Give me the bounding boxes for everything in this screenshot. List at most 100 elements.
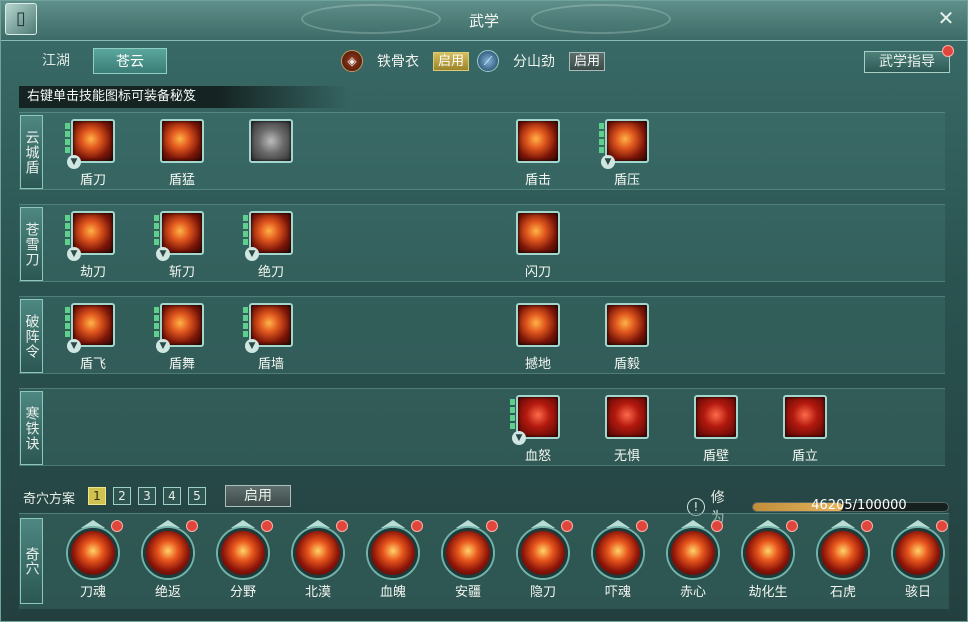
- talent-expand-tab[interactable]: [231, 520, 255, 528]
- chevron-down-icon[interactable]: ▼: [67, 155, 81, 169]
- talent-expand-tab[interactable]: [306, 520, 330, 528]
- skill-icon[interactable]: [694, 395, 738, 439]
- skill-icon[interactable]: [605, 303, 649, 347]
- skill-slot[interactable]: 撼地: [508, 303, 568, 372]
- skill-icon[interactable]: [516, 211, 560, 255]
- skill-icon[interactable]: ▼: [154, 211, 204, 261]
- talent-expand-tab[interactable]: [756, 520, 780, 528]
- skill-icon[interactable]: [605, 395, 649, 439]
- skill-slot[interactable]: ▼ 盾舞: [152, 303, 212, 372]
- skill-icon[interactable]: ▼: [599, 119, 649, 169]
- talent-slot[interactable]: 吓魂: [587, 520, 649, 600]
- tab-1[interactable]: 苍云: [93, 48, 167, 74]
- talent-icon[interactable]: [893, 520, 948, 578]
- title-bar[interactable]: ▯ 武学 ✕: [1, 1, 967, 41]
- scheme-number-3[interactable]: 3: [138, 487, 156, 505]
- skill-slot[interactable]: 盾猛: [152, 119, 212, 188]
- talent-icon[interactable]: [518, 520, 573, 578]
- talent-slot[interactable]: 骇日: [887, 520, 949, 600]
- enable-scheme-button[interactable]: 启用: [225, 485, 291, 507]
- talent-slot[interactable]: 劫化生: [737, 520, 799, 600]
- talent-expand-tab[interactable]: [156, 520, 180, 528]
- talent-icon[interactable]: [443, 520, 498, 578]
- skill-icon[interactable]: ▼: [65, 211, 115, 261]
- scheme-number-1[interactable]: 1: [88, 487, 106, 505]
- talent-icon[interactable]: [743, 520, 798, 578]
- talent-icon[interactable]: [368, 520, 423, 578]
- skill-slot[interactable]: ▼ 斩刀: [152, 211, 212, 280]
- skill-icon[interactable]: ▼: [65, 119, 115, 169]
- talent-slot[interactable]: 绝返: [137, 520, 199, 600]
- skill-name: 盾飞: [79, 357, 106, 372]
- skill-slot[interactable]: 盾毅: [597, 303, 657, 372]
- talent-slot[interactable]: 隐刀: [512, 520, 574, 600]
- talent-icon[interactable]: [593, 520, 648, 578]
- talent-expand-tab[interactable]: [456, 520, 480, 528]
- talent-slot[interactable]: 分野: [212, 520, 274, 600]
- skill-slot[interactable]: 盾击: [508, 119, 568, 188]
- chevron-down-icon[interactable]: ▼: [67, 247, 81, 261]
- skill-icon[interactable]: ▼: [510, 395, 560, 445]
- talent-icon[interactable]: [218, 520, 273, 578]
- chevron-down-icon[interactable]: ▼: [245, 339, 259, 353]
- talent-slot[interactable]: 刀魂: [62, 520, 124, 600]
- chevron-down-icon[interactable]: ▼: [67, 339, 81, 353]
- skill-slot[interactable]: ▼ 血怒: [508, 395, 568, 464]
- skill-slot[interactable]: ▼ 盾压: [597, 119, 657, 188]
- talent-expand-tab[interactable]: [831, 520, 855, 528]
- chevron-down-icon[interactable]: ▼: [245, 247, 259, 261]
- talent-icon[interactable]: [293, 520, 348, 578]
- skill-slot[interactable]: 闪刀: [508, 211, 568, 280]
- talent-expand-tab[interactable]: [906, 520, 930, 528]
- talent-icon[interactable]: [818, 520, 873, 578]
- skill-slot[interactable]: 无惧: [597, 395, 657, 464]
- skill-slot[interactable]: ▼ 劫刀: [63, 211, 123, 280]
- skill-icon[interactable]: ▼: [65, 303, 115, 353]
- talent-icon[interactable]: [668, 520, 723, 578]
- talent-slot[interactable]: 北漠: [287, 520, 349, 600]
- talent-expand-tab[interactable]: [81, 520, 105, 528]
- talent-slot[interactable]: 石虎: [812, 520, 874, 600]
- talent-slot[interactable]: 安疆: [437, 520, 499, 600]
- notification-dot-icon: [111, 520, 123, 532]
- chevron-down-icon[interactable]: ▼: [156, 339, 170, 353]
- skill-icon[interactable]: [516, 119, 560, 163]
- talent-slot[interactable]: 赤心: [662, 520, 724, 600]
- skill-slot[interactable]: [241, 119, 301, 169]
- skill-icon[interactable]: [160, 119, 204, 163]
- skill-slot[interactable]: ▼ 盾墙: [241, 303, 301, 372]
- tab-0[interactable]: 江湖: [19, 48, 93, 74]
- skill-icon[interactable]: ▼: [154, 303, 204, 353]
- skill-icon[interactable]: [783, 395, 827, 439]
- chevron-down-icon[interactable]: ▼: [512, 431, 526, 445]
- secret-slots-indicator: [65, 215, 70, 247]
- skill-slot[interactable]: 盾立: [775, 395, 835, 464]
- talent-slot[interactable]: 血魄: [362, 520, 424, 600]
- scheme-number-2[interactable]: 2: [113, 487, 131, 505]
- talent-icon[interactable]: [143, 520, 198, 578]
- skill-icon[interactable]: ▼: [243, 303, 293, 353]
- talent-icon[interactable]: [68, 520, 123, 578]
- skill-slot[interactable]: 盾壁: [686, 395, 746, 464]
- notification-dot-icon: [711, 520, 723, 532]
- skill-slot[interactable]: ▼ 绝刀: [241, 211, 301, 280]
- skill-icon[interactable]: ▼: [243, 211, 293, 261]
- scheme-number-4[interactable]: 4: [163, 487, 181, 505]
- locked-skill-icon[interactable]: [249, 119, 293, 163]
- skill-slot[interactable]: ▼ 盾刀: [63, 119, 123, 188]
- chevron-down-icon[interactable]: ▼: [156, 247, 170, 261]
- guide-button[interactable]: 武学指导: [864, 45, 954, 73]
- stance-enable-button-1[interactable]: 启用: [569, 51, 606, 71]
- talent-expand-tab[interactable]: [381, 520, 405, 528]
- skill-icon[interactable]: [516, 303, 560, 347]
- talent-expand-tab[interactable]: [531, 520, 555, 528]
- secret-slots-indicator: [65, 123, 70, 155]
- scheme-number-5[interactable]: 5: [188, 487, 206, 505]
- talent-scheme-bar: 奇穴方案 12345 启用 ! 修为 46205/100000: [19, 485, 949, 526]
- chevron-down-icon[interactable]: ▼: [601, 155, 615, 169]
- close-icon[interactable]: ✕: [935, 7, 957, 29]
- stance-enable-button-0[interactable]: 启用: [433, 51, 470, 71]
- skill-slot[interactable]: ▼ 盾飞: [63, 303, 123, 372]
- talent-expand-tab[interactable]: [606, 520, 630, 528]
- talent-expand-tab[interactable]: [681, 520, 705, 528]
